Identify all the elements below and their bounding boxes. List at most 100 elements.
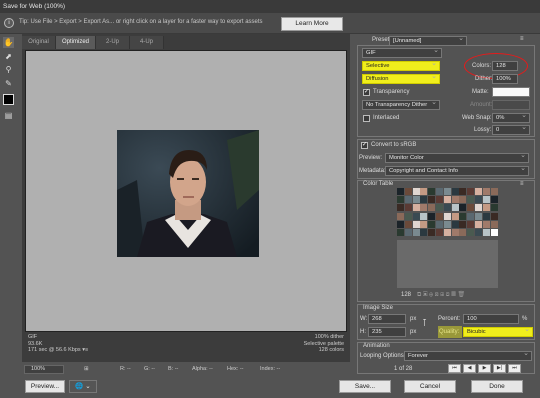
color-swatch[interactable] bbox=[436, 229, 443, 236]
color-swatch[interactable] bbox=[482, 229, 490, 236]
color-swatch[interactable] bbox=[443, 204, 451, 212]
color-swatch[interactable] bbox=[451, 196, 459, 204]
color-swatch[interactable] bbox=[436, 220, 443, 228]
color-swatch[interactable] bbox=[475, 220, 482, 228]
download-speed-menu-icon[interactable]: ▾≡ bbox=[82, 347, 88, 353]
zoom-in-icon[interactable]: ⊞ bbox=[84, 364, 89, 374]
first-frame-button[interactable]: ⏮ bbox=[448, 364, 461, 373]
color-swatch[interactable] bbox=[490, 220, 498, 228]
color-swatch[interactable] bbox=[436, 188, 443, 195]
color-swatch[interactable] bbox=[404, 204, 412, 212]
preview-select[interactable]: Monitor Color bbox=[385, 153, 529, 163]
color-swatch[interactable] bbox=[459, 229, 467, 236]
save-button[interactable]: Save... bbox=[339, 380, 391, 393]
color-swatch[interactable] bbox=[436, 196, 443, 204]
color-swatch[interactable] bbox=[490, 188, 498, 195]
color-swatch[interactable] bbox=[397, 220, 404, 228]
web-snap-select[interactable]: 0% bbox=[492, 113, 530, 123]
constrain-link-icon[interactable]: ⊺ bbox=[422, 318, 427, 329]
browser-preview-button[interactable]: 🌐 ⌄ bbox=[69, 380, 97, 393]
cancel-button[interactable]: Cancel bbox=[404, 380, 456, 393]
color-swatch[interactable] bbox=[490, 196, 498, 204]
color-table-actions[interactable]: ⧉ ▣ ⊕ ⊠ ⊞ ⧈ ▦ 🗑 bbox=[417, 291, 465, 299]
color-swatch[interactable] bbox=[428, 196, 436, 204]
color-table-grid[interactable] bbox=[397, 188, 498, 238]
eyedropper-tool-icon[interactable]: ✎ bbox=[3, 78, 14, 89]
amount-field[interactable] bbox=[492, 100, 530, 110]
tab-original[interactable]: Original bbox=[22, 36, 56, 49]
color-swatch[interactable] bbox=[412, 204, 420, 212]
preview-button[interactable]: Preview... bbox=[25, 380, 65, 393]
interlaced-checkbox[interactable] bbox=[363, 115, 370, 122]
slice-select-tool-icon[interactable]: ⬈ bbox=[3, 51, 14, 62]
color-swatch[interactable] bbox=[459, 220, 467, 228]
format-select[interactable]: GIF bbox=[362, 48, 442, 58]
color-swatch[interactable] bbox=[451, 220, 459, 228]
transparency-dither-select[interactable]: No Transparency Dither bbox=[362, 100, 440, 110]
color-swatch[interactable] bbox=[428, 188, 436, 195]
color-swatch[interactable] bbox=[490, 229, 498, 236]
hand-tool-icon[interactable]: ✋ bbox=[3, 37, 14, 48]
color-swatch[interactable] bbox=[451, 229, 459, 236]
metadata-select[interactable]: Copyright and Contact Info bbox=[385, 166, 529, 176]
color-swatch[interactable] bbox=[482, 220, 490, 228]
color-swatch[interactable] bbox=[467, 196, 475, 204]
color-swatch[interactable] bbox=[467, 212, 475, 220]
previous-frame-button[interactable]: ◀ bbox=[463, 364, 476, 373]
color-swatch[interactable] bbox=[459, 188, 467, 195]
learn-more-button[interactable]: Learn More bbox=[281, 17, 343, 31]
color-swatch[interactable] bbox=[467, 188, 475, 195]
transparency-checkbox[interactable]: ✓ bbox=[363, 89, 370, 96]
slice-visibility-icon[interactable]: ▤ bbox=[3, 110, 14, 121]
color-swatch[interactable] bbox=[428, 229, 436, 236]
color-swatch[interactable] bbox=[482, 188, 490, 195]
color-swatch[interactable] bbox=[443, 212, 451, 220]
panel-menu-icon[interactable]: ≡ bbox=[520, 36, 524, 42]
color-swatch[interactable] bbox=[443, 196, 451, 204]
dither-field[interactable]: 100% bbox=[492, 74, 518, 84]
color-swatch[interactable] bbox=[443, 229, 451, 236]
convert-srgb-checkbox[interactable]: ✓ bbox=[361, 142, 368, 149]
color-swatch[interactable] bbox=[412, 188, 420, 195]
color-swatch[interactable] bbox=[428, 212, 436, 220]
color-swatch[interactable] bbox=[404, 229, 412, 236]
last-frame-button[interactable]: ⏭ bbox=[508, 364, 521, 373]
color-swatch[interactable] bbox=[475, 188, 482, 195]
tab-2up[interactable]: 2-Up bbox=[96, 36, 130, 49]
color-swatch[interactable] bbox=[412, 220, 420, 228]
color-swatch[interactable] bbox=[404, 212, 412, 220]
color-swatch[interactable] bbox=[420, 220, 428, 228]
color-swatch[interactable] bbox=[482, 204, 490, 212]
matte-field[interactable] bbox=[492, 87, 530, 97]
color-swatch[interactable] bbox=[475, 212, 482, 220]
color-swatch[interactable] bbox=[397, 212, 404, 220]
color-swatch[interactable] bbox=[404, 188, 412, 195]
lossy-select[interactable]: 0 bbox=[492, 125, 530, 135]
color-swatch[interactable] bbox=[404, 196, 412, 204]
color-swatch[interactable] bbox=[443, 188, 451, 195]
color-swatch[interactable] bbox=[397, 188, 404, 195]
looping-select[interactable]: Forever bbox=[404, 351, 532, 361]
done-button[interactable]: Done bbox=[471, 380, 523, 393]
zoom-select[interactable]: 100% bbox=[24, 365, 64, 374]
dither-algorithm-select[interactable]: Diffusion bbox=[362, 74, 440, 84]
color-swatch[interactable] bbox=[412, 196, 420, 204]
color-swatch[interactable] bbox=[397, 196, 404, 204]
color-swatch[interactable] bbox=[482, 196, 490, 204]
color-swatch[interactable] bbox=[451, 204, 459, 212]
color-swatch[interactable] bbox=[467, 220, 475, 228]
height-field[interactable]: 235 bbox=[368, 327, 406, 337]
color-swatch[interactable] bbox=[404, 220, 412, 228]
color-swatch[interactable] bbox=[397, 204, 404, 212]
color-swatch[interactable] bbox=[467, 229, 475, 236]
color-swatch[interactable] bbox=[475, 196, 482, 204]
color-table-menu-icon[interactable]: ≡ bbox=[520, 181, 524, 187]
color-swatch[interactable] bbox=[475, 229, 482, 236]
color-swatch[interactable] bbox=[459, 196, 467, 204]
color-swatch[interactable] bbox=[428, 204, 436, 212]
color-swatch[interactable] bbox=[412, 212, 420, 220]
color-swatch[interactable] bbox=[436, 204, 443, 212]
color-swatch[interactable] bbox=[420, 188, 428, 195]
color-swatch[interactable] bbox=[451, 188, 459, 195]
next-frame-button[interactable]: ▶| bbox=[493, 364, 506, 373]
